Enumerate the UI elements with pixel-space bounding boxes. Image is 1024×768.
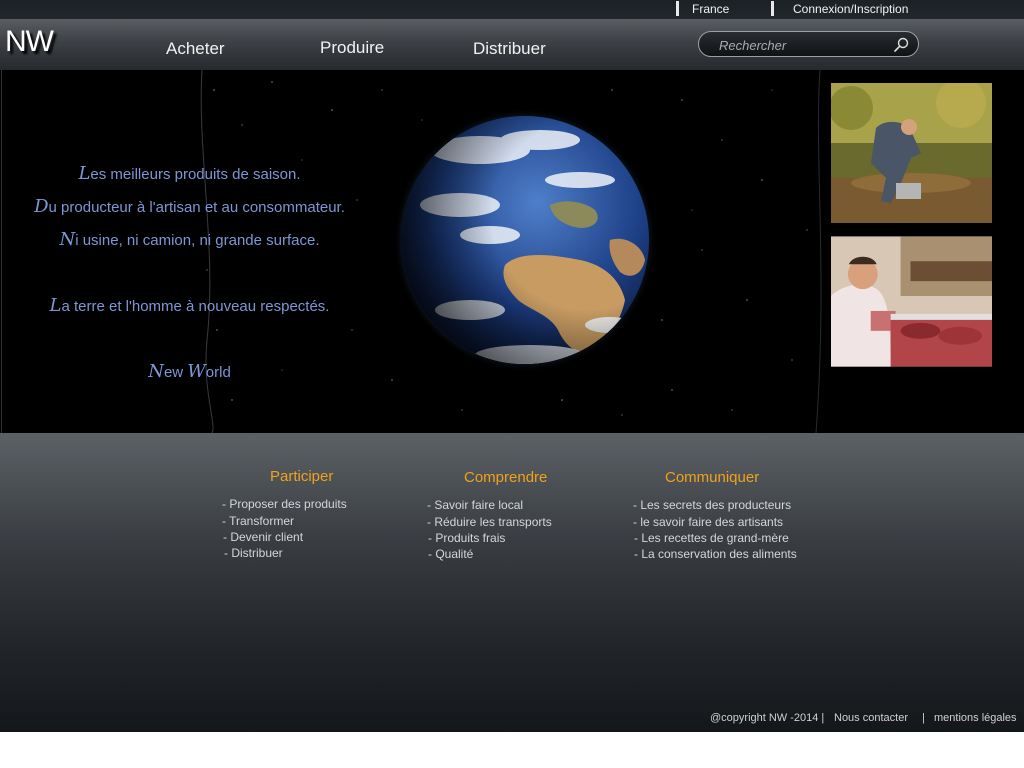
nav-produire[interactable]: Produire: [320, 38, 384, 58]
footer-section: Participer - Proposer des produits - Tra…: [0, 433, 1024, 732]
contact-link[interactable]: Nous contacter: [834, 712, 908, 724]
tagline-line: La terre et l'homme à nouveau respectés.: [49, 295, 330, 316]
site-logo[interactable]: NW: [5, 25, 54, 59]
space-background: Les meilleurs produits de saison. Du pro…: [1, 70, 829, 433]
search-icon[interactable]: [892, 36, 910, 54]
tagline-line: Les meilleurs produits de saison.: [78, 163, 301, 184]
footer-link[interactable]: - le savoir faire des artisants: [633, 515, 783, 529]
search-box: [698, 31, 919, 57]
nav-distribuer[interactable]: Distribuer: [473, 39, 546, 59]
footer-link[interactable]: - La conservation des aliments: [634, 547, 797, 561]
earth-globe-image: [393, 110, 655, 372]
footer-link[interactable]: - Devenir client: [223, 530, 303, 544]
copyright-text: @copyright NW -2014 |: [710, 712, 825, 724]
nav-acheter[interactable]: Acheter: [166, 39, 225, 59]
main-navbar: NW Acheter Produire Distribuer: [0, 19, 1024, 70]
footer-link[interactable]: - Produits frais: [428, 531, 505, 545]
butcher-photo: [831, 236, 992, 367]
column-title-participer: Participer: [270, 468, 334, 485]
column-title-communiquer: Communiquer: [665, 469, 760, 486]
top-utility-bar: France Connexion/Inscription: [0, 0, 1024, 19]
footer-link[interactable]: - Distribuer: [224, 546, 283, 560]
new-world-signature: New World: [148, 361, 231, 382]
farmer-photo: [831, 83, 992, 223]
tagline-line: Ni usine, ni camion, ni grande surface.: [59, 229, 320, 250]
login-link[interactable]: Connexion/Inscription: [793, 2, 908, 16]
separator: |: [922, 712, 925, 724]
footer-link[interactable]: - Réduire les transports: [427, 515, 552, 529]
hero-banner: Les meilleurs produits de saison. Du pro…: [0, 70, 1024, 433]
footer-link[interactable]: - Les recettes de grand-mère: [634, 531, 789, 545]
separator: [771, 1, 774, 16]
column-title-comprendre: Comprendre: [464, 469, 548, 486]
country-link[interactable]: France: [692, 2, 729, 16]
footer-link[interactable]: - Les secrets des producteurs: [633, 498, 791, 512]
footer-link[interactable]: - Proposer des produits: [222, 497, 347, 511]
search-input[interactable]: [719, 36, 889, 54]
legal-notice-link[interactable]: mentions légales: [934, 712, 1017, 724]
footer-link[interactable]: - Qualité: [428, 547, 473, 561]
tagline-line: Du producteur à l'artisan et au consomma…: [34, 196, 345, 217]
separator: [676, 1, 679, 16]
footer-link[interactable]: - Transformer: [222, 514, 294, 528]
footer-link[interactable]: - Savoir faire local: [427, 498, 523, 512]
